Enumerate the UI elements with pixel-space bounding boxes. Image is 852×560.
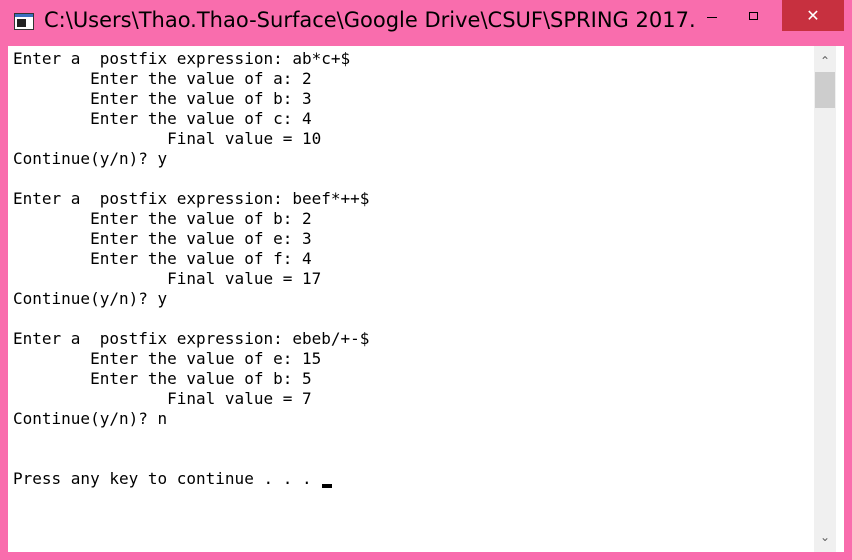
console-line: Continue(y/n)? n xyxy=(13,409,168,428)
console-line: Enter the value of b: 5 xyxy=(13,369,312,388)
maximize-icon xyxy=(748,11,758,20)
console-line: Continue(y/n)? y xyxy=(13,149,168,168)
window-title: C:\Users\Thao.Thao-Surface\Google Drive\… xyxy=(44,8,694,32)
console-line: Enter the value of e: 15 xyxy=(13,349,322,368)
console-output[interactable]: Enter a postfix expression: ab*c+$ Enter… xyxy=(13,49,813,549)
title-bar[interactable]: C:\Users\Thao.Thao-Surface\Google Drive\… xyxy=(0,0,852,46)
console-line: Final value = 17 xyxy=(13,269,322,288)
text-cursor xyxy=(322,484,333,488)
console-line: Enter the value of a: 2 xyxy=(13,69,312,88)
console-line: Final value = 7 xyxy=(13,389,312,408)
console-line: Press any key to continue . . . xyxy=(13,469,813,489)
console-window: C:\Users\Thao.Thao-Surface\Google Drive\… xyxy=(0,0,852,560)
minimize-icon xyxy=(707,17,717,18)
console-line: Enter a postfix expression: beef*++$ xyxy=(13,189,370,208)
scroll-up-button[interactable]: ⌃ xyxy=(814,50,836,72)
console-app-icon[interactable] xyxy=(14,13,34,30)
console-line: Enter a postfix expression: ab*c+$ xyxy=(13,49,351,68)
console-client-area: Enter a postfix expression: ab*c+$ Enter… xyxy=(8,46,844,552)
chevron-down-icon: ⌄ xyxy=(819,530,831,544)
console-line: Enter a postfix expression: ebeb/+-$ xyxy=(13,329,370,348)
console-line: Final value = 10 xyxy=(13,129,322,148)
vertical-scrollbar[interactable]: ⌃ ⌄ xyxy=(814,46,836,552)
console-line: Enter the value of b: 3 xyxy=(13,89,312,108)
close-button[interactable]: ✕ xyxy=(782,0,844,31)
console-line: Enter the value of c: 4 xyxy=(13,109,312,128)
maximize-button[interactable] xyxy=(737,0,769,31)
scroll-thumb[interactable] xyxy=(815,72,835,108)
console-line: Enter the value of e: 3 xyxy=(13,229,312,248)
scroll-down-button[interactable]: ⌄ xyxy=(814,526,836,548)
console-line: Enter the value of b: 2 xyxy=(13,209,312,228)
console-line: Continue(y/n)? y xyxy=(13,289,168,308)
chevron-up-icon: ⌃ xyxy=(819,54,831,68)
console-line: Enter the value of f: 4 xyxy=(13,249,312,268)
close-icon: ✕ xyxy=(806,5,820,25)
minimize-button[interactable] xyxy=(696,0,728,31)
